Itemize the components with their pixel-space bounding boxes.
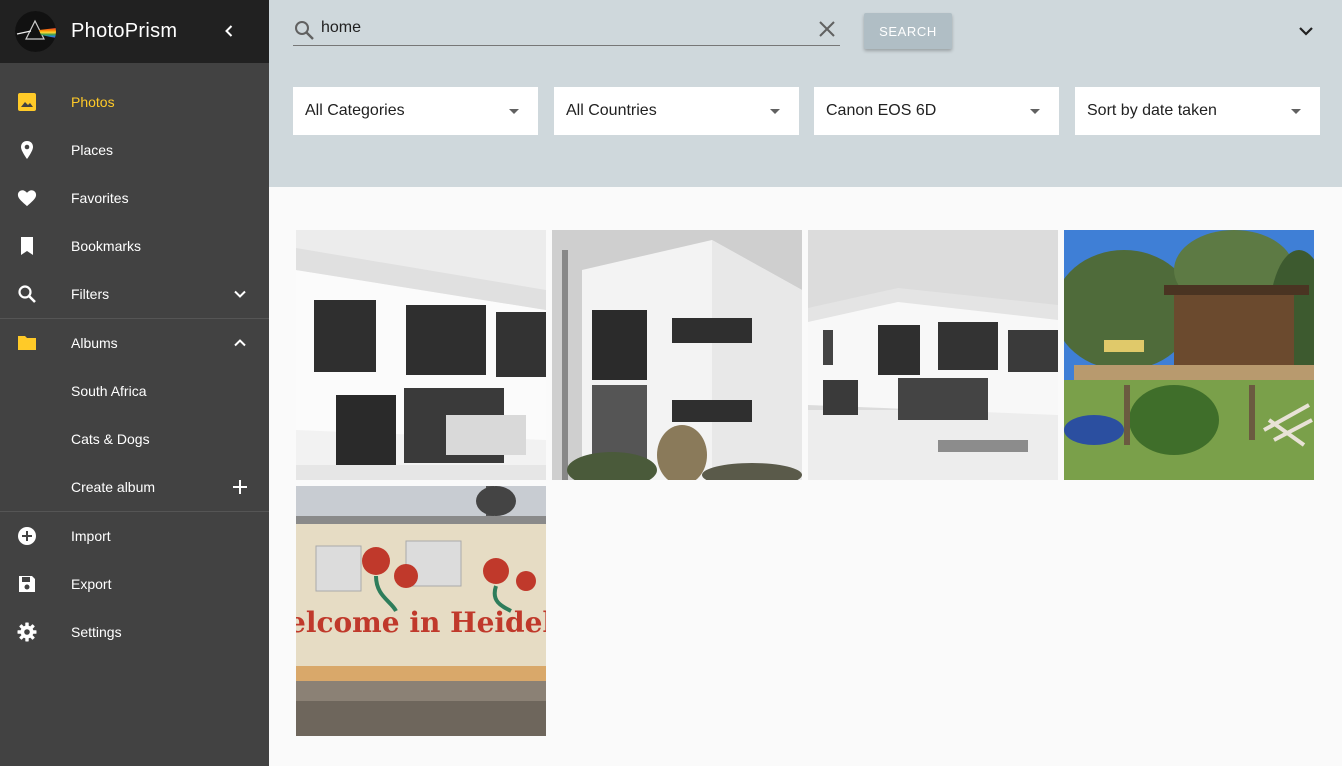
sidebar-item-album-cats-dogs[interactable]: Cats & Dogs: [0, 415, 269, 463]
country-select-value: All Countries: [566, 102, 657, 119]
sidebar-item-import[interactable]: Import: [0, 512, 269, 560]
camera-select[interactable]: Canon EOS 6D: [814, 87, 1059, 135]
camera-select-value: Canon EOS 6D: [826, 102, 937, 119]
sidebar: PhotoPrism Photos Places Favorites Bookm…: [0, 0, 269, 766]
sidebar-item-label: Export: [71, 576, 112, 592]
chevron-up-icon[interactable]: [230, 333, 250, 353]
add-circle-icon: [17, 526, 37, 546]
search-button[interactable]: SEARCH: [864, 13, 952, 49]
chevron-down-icon[interactable]: [230, 284, 250, 304]
folder-icon: [17, 333, 37, 353]
category-select-value: All Categories: [305, 102, 405, 119]
sidebar-item-favorites[interactable]: Favorites: [0, 174, 269, 222]
sidebar-item-filters[interactable]: Filters: [0, 270, 269, 318]
sidebar-item-label: Bookmarks: [71, 238, 142, 254]
chevron-down-icon[interactable]: [1295, 20, 1317, 42]
sidebar-item-album-south-africa[interactable]: South Africa: [0, 367, 269, 415]
clear-search-icon[interactable]: [817, 19, 837, 39]
sort-select-value: Sort by date taken: [1087, 102, 1217, 119]
photoprism-logo-icon[interactable]: [15, 11, 56, 52]
dropdown-arrow-icon: [770, 109, 780, 114]
dropdown-arrow-icon: [1291, 109, 1301, 114]
sidebar-item-label: Import: [71, 528, 111, 544]
save-icon: [17, 574, 37, 594]
search-icon: [17, 284, 37, 304]
search-field: [293, 14, 840, 46]
photo-thumbnail[interactable]: elcome in Heidelbe: [296, 486, 546, 736]
app-title: PhotoPrism: [71, 20, 178, 42]
gear-icon: [17, 622, 37, 642]
search-toolbar: SEARCH All Categories All Countries Cano…: [269, 0, 1342, 187]
sidebar-item-label: South Africa: [71, 383, 147, 399]
collapse-sidebar-button[interactable]: [218, 20, 240, 42]
sidebar-item-export[interactable]: Export: [0, 560, 269, 608]
photo-thumbnail[interactable]: [808, 230, 1058, 480]
sidebar-item-label: Photos: [71, 94, 115, 110]
sidebar-item-label: Albums: [71, 335, 118, 351]
sort-select[interactable]: Sort by date taken: [1075, 87, 1320, 135]
sidebar-item-photos[interactable]: Photos: [0, 78, 269, 126]
sidebar-item-create-album[interactable]: Create album: [0, 463, 269, 511]
sidebar-item-places[interactable]: Places: [0, 126, 269, 174]
plus-icon[interactable]: [230, 477, 250, 497]
sidebar-item-label: Favorites: [71, 190, 129, 206]
search-input[interactable]: [321, 16, 801, 40]
dropdown-arrow-icon: [509, 109, 519, 114]
sidebar-item-label: Cats & Dogs: [71, 431, 150, 447]
sidebar-item-bookmarks[interactable]: Bookmarks: [0, 222, 269, 270]
sidebar-item-label: Create album: [71, 479, 156, 495]
photo-thumbnail[interactable]: [1064, 230, 1314, 480]
place-pin-icon: [17, 140, 37, 160]
sidebar-item-label: Filters: [71, 286, 110, 302]
dropdown-arrow-icon: [1030, 109, 1040, 114]
brand-header: PhotoPrism: [0, 0, 269, 63]
search-icon: [295, 21, 314, 40]
sidebar-nav: Photos Places Favorites Bookmarks Filter…: [0, 63, 269, 656]
bookmark-icon: [17, 236, 37, 256]
photo-thumbnail[interactable]: [296, 230, 546, 480]
category-select[interactable]: All Categories: [293, 87, 538, 135]
heart-icon: [17, 188, 37, 208]
photo-icon: [17, 92, 37, 112]
country-select[interactable]: All Countries: [554, 87, 799, 135]
chevron-left-icon: [225, 25, 233, 37]
sidebar-item-label: Settings: [71, 624, 122, 640]
mural-text: elcome in Heidelbe: [296, 606, 546, 639]
photo-thumbnail[interactable]: [552, 230, 802, 480]
sidebar-item-settings[interactable]: Settings: [0, 608, 269, 656]
sidebar-item-albums[interactable]: Albums: [0, 319, 269, 367]
sidebar-item-label: Places: [71, 142, 114, 158]
